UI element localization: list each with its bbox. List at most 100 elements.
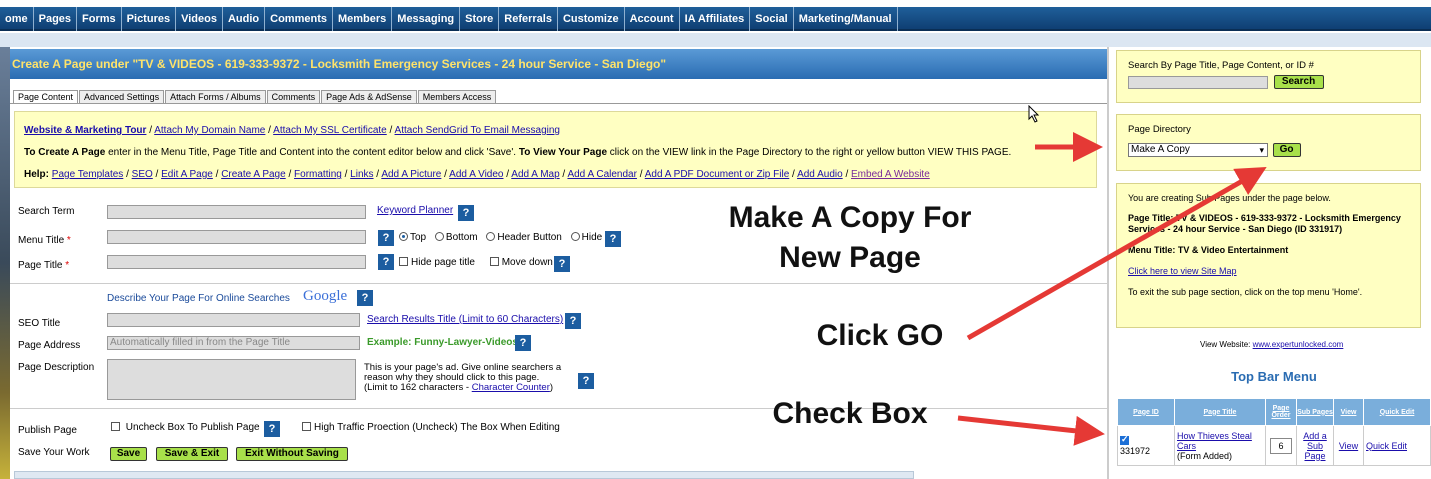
move-down-checkbox[interactable]	[489, 256, 499, 266]
radio-hide[interactable]	[570, 231, 580, 241]
nav-pages[interactable]: Pages	[34, 7, 78, 31]
nav-referrals[interactable]: Referrals	[499, 7, 558, 31]
help-icon[interactable]: ?	[554, 256, 570, 272]
col-view[interactable]: View	[1333, 398, 1364, 426]
help-link[interactable]: Formatting	[294, 169, 342, 180]
nav-members[interactable]: Members	[333, 7, 393, 31]
site-map-link[interactable]: Click here to view Site Map	[1128, 266, 1409, 277]
quick-edit-link[interactable]: Quick Edit	[1366, 441, 1407, 451]
ssl-link[interactable]: Attach My SSL Certificate	[273, 125, 387, 136]
nav-account[interactable]: Account	[625, 7, 680, 31]
help-link[interactable]: Add A Calendar	[567, 169, 637, 180]
help-icon[interactable]: ?	[565, 313, 581, 329]
search-input[interactable]	[1128, 75, 1268, 89]
help-icon[interactable]: ?	[578, 373, 594, 389]
tour-link[interactable]: Website & Marketing Tour	[24, 125, 146, 136]
help-link-embed[interactable]: Embed A Website	[851, 169, 930, 180]
help-link[interactable]: Add A Video	[449, 169, 503, 180]
save-button[interactable]: Save	[110, 447, 147, 461]
help-link[interactable]: Add A PDF Document or Zip File	[645, 169, 790, 180]
nav-social[interactable]: Social	[750, 7, 794, 31]
nav-store[interactable]: Store	[460, 7, 500, 31]
view-website-link[interactable]: www.expertunlocked.com	[1253, 340, 1344, 349]
cell-page-order: 6	[1265, 425, 1297, 466]
nav-home[interactable]: ome	[0, 7, 34, 31]
search-results-title-link[interactable]: Search Results Title (Limit to 60 Charac…	[367, 314, 563, 325]
page-directory-selected: Make A Copy	[1131, 144, 1190, 155]
nav-pictures[interactable]: Pictures	[122, 7, 177, 31]
help-link[interactable]: Add A Picture	[381, 169, 441, 180]
nav-messaging[interactable]: Messaging	[392, 7, 461, 31]
page-title-options: Hide page title Move down	[399, 256, 553, 268]
radio-top-label: Top	[410, 232, 427, 243]
nav-marketing[interactable]: Marketing/Manual	[794, 7, 898, 31]
page-title-input[interactable]	[107, 255, 366, 269]
radio-hide-label: Hide	[581, 232, 603, 243]
help-icon[interactable]: ?	[357, 290, 373, 306]
page-description-textarea[interactable]	[107, 359, 356, 400]
help-icon[interactable]: ?	[378, 230, 394, 246]
help-link[interactable]: SEO	[132, 169, 153, 180]
character-counter-link[interactable]: Character Counter	[472, 382, 550, 393]
top-bar-menu-title: Top Bar Menu	[1231, 369, 1317, 384]
tab-comments[interactable]: Comments	[266, 90, 321, 104]
tab-attach-forms[interactable]: Attach Forms / Albums	[165, 90, 266, 104]
help-link[interactable]: Links	[350, 169, 373, 180]
domain-link[interactable]: Attach My Domain Name	[154, 125, 265, 136]
view-link[interactable]: View	[1339, 441, 1358, 451]
col-page-order[interactable]: Page Order	[1265, 398, 1297, 426]
tab-page-ads[interactable]: Page Ads & AdSense	[321, 90, 417, 104]
col-page-title[interactable]: Page Title	[1174, 398, 1266, 426]
cell-page-title: How Thieves Steal Cars (Form Added)	[1174, 425, 1266, 466]
nav-audio[interactable]: Audio	[223, 7, 266, 31]
help-link[interactable]: Add Audio	[797, 169, 843, 180]
menu-title-input[interactable]	[107, 230, 366, 244]
high-traffic-checkbox[interactable]	[302, 421, 311, 431]
tab-members-access[interactable]: Members Access	[417, 90, 497, 104]
help-icon[interactable]: ?	[605, 231, 621, 247]
radio-header-button[interactable]	[486, 231, 496, 241]
exit-without-saving-button[interactable]: Exit Without Saving	[236, 447, 348, 461]
row-checkbox[interactable]	[1120, 434, 1129, 445]
hide-page-title-checkbox[interactable]	[399, 256, 408, 266]
col-quick-edit[interactable]: Quick Edit	[1363, 398, 1431, 426]
seo-title-input[interactable]	[107, 313, 360, 327]
help-icon[interactable]: ?	[515, 335, 531, 351]
help-icon[interactable]: ?	[378, 254, 394, 270]
nav-videos[interactable]: Videos	[176, 7, 223, 31]
help-link[interactable]: Edit A Page	[161, 169, 213, 180]
col-sub-pages[interactable]: Sub Pages	[1296, 398, 1334, 426]
nav-band	[0, 33, 1431, 47]
col-page-id[interactable]: Page ID	[1117, 398, 1175, 426]
publish-checkbox[interactable]	[111, 421, 120, 431]
go-button[interactable]: Go	[1272, 143, 1301, 157]
sendgrid-link[interactable]: Attach SendGrid To Email Messaging	[395, 125, 560, 136]
nav-comments[interactable]: Comments	[265, 7, 333, 31]
table-row: 331972 How Thieves Steal Cars(Form Added…	[1117, 425, 1431, 466]
radio-top[interactable]	[399, 231, 408, 241]
page-order-input[interactable]: 6	[1270, 437, 1292, 454]
nav-forms[interactable]: Forms	[77, 7, 122, 31]
search-button[interactable]: Search	[1273, 75, 1324, 89]
help-icon[interactable]: ?	[264, 421, 280, 437]
page-title-link[interactable]: How Thieves Steal Cars	[1177, 431, 1252, 451]
page-directory-select[interactable]: Make A Copy ▾	[1128, 143, 1268, 157]
help-icon[interactable]: ?	[458, 205, 474, 221]
help-link[interactable]: Page Templates	[52, 169, 124, 180]
description-help-text: This is your page's ad. Give online sear…	[364, 362, 562, 383]
save-exit-button[interactable]: Save & Exit	[156, 447, 228, 461]
help-link[interactable]: Add A Map	[511, 169, 559, 180]
nav-customize[interactable]: Customize	[558, 7, 625, 31]
chevron-down-icon: ▾	[1259, 145, 1264, 155]
nav-ia-affiliates[interactable]: IA Affiliates	[680, 7, 751, 31]
search-term-input[interactable]	[107, 205, 366, 219]
description-help: This is your page's ad. Give online sear…	[364, 363, 574, 393]
help-link[interactable]: Create A Page	[221, 169, 286, 180]
tab-advanced-settings[interactable]: Advanced Settings	[79, 90, 165, 104]
keyword-planner-link[interactable]: Keyword Planner	[377, 205, 453, 216]
add-sub-page-link[interactable]: Add a Sub Page	[1303, 431, 1327, 461]
tab-page-content[interactable]: Page Content	[13, 90, 79, 104]
page-address-input[interactable]: Automatically filled in from the Page Ti…	[107, 336, 360, 350]
radio-bottom[interactable]	[434, 231, 444, 241]
info-links-row: Website & Marketing Tour / Attach My Dom…	[24, 125, 560, 136]
